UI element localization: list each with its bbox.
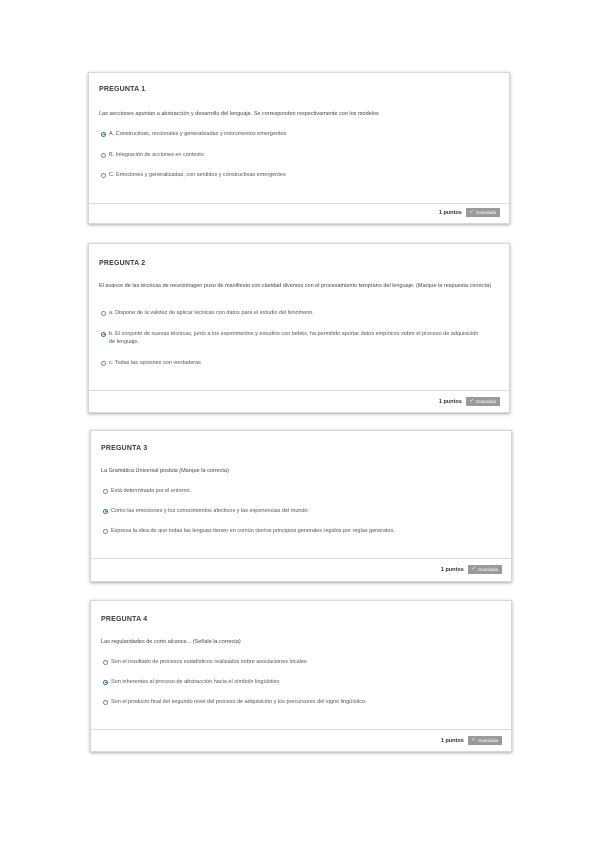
question-footer: 1 puntos ✔ Guardada (441, 565, 502, 574)
status-text: Guardada (477, 567, 498, 572)
radio-button[interactable] (101, 310, 106, 316)
points-label: 1 puntos (440, 566, 464, 573)
divider (91, 729, 511, 730)
divider (91, 558, 511, 559)
question-card-3: PREGUNTA 3 La Gramática Universal postul… (90, 430, 512, 582)
radio-button-selected[interactable] (103, 508, 108, 514)
question-text: La Gramática Universal postula (Marque l… (101, 468, 229, 474)
radio-button-selected[interactable] (101, 331, 106, 337)
question-card-4: PREGUNTA 4 Las regularidades de corto al… (90, 600, 512, 752)
radio-button[interactable] (101, 172, 106, 178)
saved-status-badge: ✔ Guardada (467, 565, 502, 574)
question-text: Las regularidades de corto alcance... (S… (101, 639, 241, 645)
question-header: PREGUNTA 4 (101, 616, 148, 623)
question-footer: 1 puntos ✔ Guardada (439, 397, 500, 406)
question-card-1: PREGUNTA 1 Las secciones apuntan a abstr… (88, 72, 510, 224)
radio-button-selected[interactable] (103, 679, 108, 685)
question-header: PREGUNTA 3 (101, 445, 148, 452)
check-icon: ✔ (469, 209, 474, 215)
answer-option[interactable]: b. El conjunto de nuevas técnicas, junto… (101, 331, 481, 346)
answer-label: Son el producto final del segundo nivel … (111, 699, 367, 705)
question-header: PREGUNTA 1 (99, 86, 146, 93)
radio-button[interactable] (101, 152, 106, 158)
answer-label: b. El conjunto de nuevas técnicas, junto… (109, 331, 479, 345)
status-text: Guardada (477, 738, 498, 743)
radio-button[interactable] (101, 360, 106, 366)
answer-label: C. Emociones y generalizadas, con sentid… (109, 172, 286, 178)
answer-option[interactable]: a. Dispone de la validez de aplicar técn… (101, 310, 491, 318)
saved-status-badge: ✔ Guardada (467, 736, 502, 745)
answer-label: Son inherentes al proceso de abstracción… (111, 679, 280, 685)
answer-option[interactable]: Expresa la idea de que todas las lenguas… (103, 528, 498, 536)
answer-label: Como las emociones y los conocimientos a… (111, 508, 310, 514)
answer-label: A. Constructivas, nocionales y generaliz… (109, 131, 287, 137)
answer-label: c. Todas las opciones son verdaderas (109, 360, 201, 366)
answer-option[interactable]: C. Emociones y generalizadas, con sentid… (101, 172, 491, 180)
answer-option[interactable]: B. Integración de acciones en contexto (101, 152, 491, 160)
question-header: PREGUNTA 2 (99, 260, 146, 267)
saved-status-badge: ✔ Guardada (465, 397, 500, 406)
divider (89, 390, 509, 391)
points-label: 1 puntos (438, 209, 462, 216)
answer-option[interactable]: Como las emociones y los conocimientos a… (103, 508, 493, 516)
status-text: Guardada (475, 399, 496, 404)
check-icon: ✔ (471, 566, 476, 572)
check-icon: ✔ (469, 398, 474, 404)
answer-option[interactable]: c. Todas las opciones son verdaderas (101, 360, 491, 368)
answer-option[interactable]: Son el producto final del segundo nivel … (103, 699, 498, 707)
radio-button[interactable] (103, 528, 108, 534)
radio-button[interactable] (103, 699, 108, 705)
divider (89, 203, 509, 204)
question-footer: 1 puntos ✔ Guardada (441, 736, 502, 745)
question-text: El avance de las técnicas de neuroimagen… (99, 283, 492, 289)
radio-button[interactable] (103, 659, 108, 665)
points-label: 1 puntos (438, 398, 462, 405)
answer-label: Son el resultado de procesos estadístico… (111, 659, 307, 665)
answer-label: Expresa la idea de que todas las lenguas… (111, 528, 395, 534)
answer-option[interactable]: A. Constructivas, nocionales y generaliz… (101, 131, 491, 139)
radio-button-selected[interactable] (101, 131, 106, 137)
radio-button[interactable] (103, 488, 108, 494)
answer-label: Está determinada por el entorno. (111, 488, 192, 494)
answer-label: B. Integración de acciones en contexto (109, 152, 204, 158)
answer-option[interactable]: Está determinada por el entorno. (103, 488, 493, 496)
check-icon: ✔ (471, 737, 476, 743)
question-card-2: PREGUNTA 2 El avance de las técnicas de … (88, 243, 510, 413)
saved-status-badge: ✔ Guardada (465, 208, 500, 217)
question-text: Las secciones apuntan a abstracción y de… (99, 111, 379, 117)
points-label: 1 puntos (440, 737, 464, 744)
answer-option[interactable]: Son inherentes al proceso de abstracción… (103, 679, 493, 687)
answer-option[interactable]: Son el resultado de procesos estadístico… (103, 659, 493, 667)
status-text: Guardada (475, 210, 496, 215)
question-footer: 1 puntos ✔ Guardada (439, 208, 500, 217)
answer-label: a. Dispone de la validez de aplicar técn… (109, 310, 314, 316)
